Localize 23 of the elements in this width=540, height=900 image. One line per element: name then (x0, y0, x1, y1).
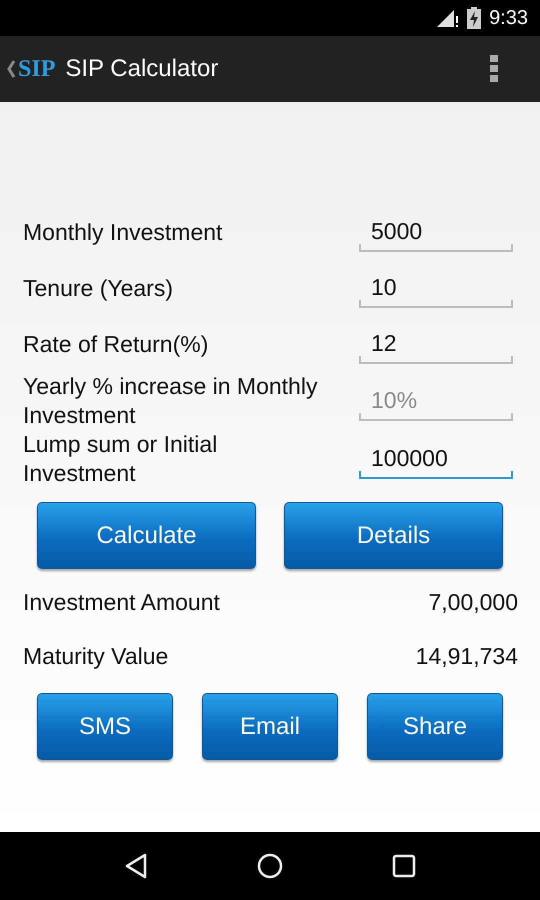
overflow-menu-icon[interactable] (490, 55, 498, 83)
clock-time: 9:33 (489, 6, 528, 30)
share-button[interactable]: Share (367, 693, 503, 760)
share-button[interactable]: Email (202, 693, 338, 760)
recent-apps-icon[interactable] (392, 854, 416, 878)
back-icon[interactable] (124, 853, 148, 879)
field-label: Monthly Investment (23, 218, 224, 246)
action-button[interactable]: Details (284, 502, 503, 569)
field-label: Yearly % increase in Monthly Investment (23, 372, 318, 430)
battery-icon (467, 7, 482, 29)
app-title: SIP Calculator (65, 55, 220, 83)
result-label: Maturity Value (23, 642, 168, 670)
home-icon[interactable] (256, 853, 283, 879)
app-logo: SIP (18, 56, 56, 82)
field-label: Lump sum or Initial Investment (23, 430, 218, 488)
result-label: Investment Amount (23, 588, 220, 616)
result-value: 7,00,000 (428, 588, 518, 616)
field-label: Rate of Return(%) (23, 330, 210, 358)
signal-icon (437, 8, 460, 28)
field-label: Tenure (Years) (23, 274, 174, 302)
result-value: 14,91,734 (416, 642, 518, 670)
action-button[interactable]: Calculate (37, 502, 256, 569)
share-button[interactable]: SMS (37, 693, 173, 760)
